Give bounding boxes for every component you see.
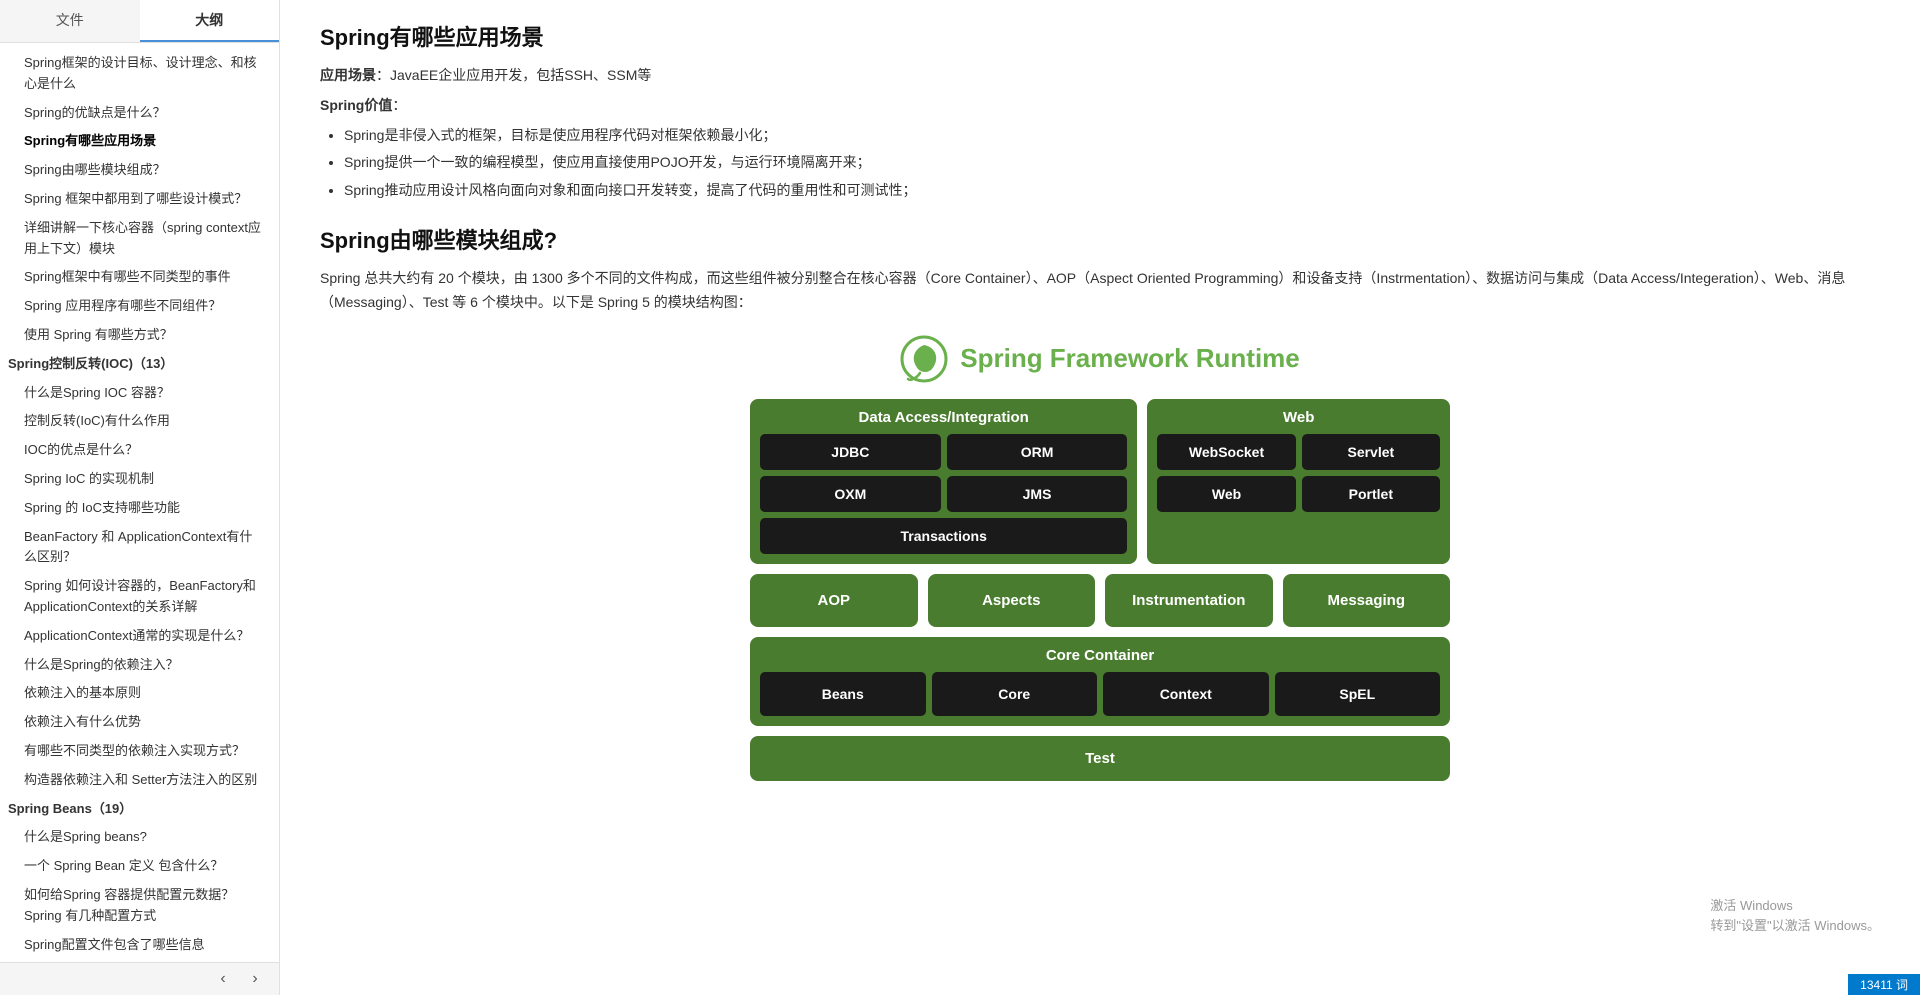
- sidebar-content[interactable]: Spring框架的设计目标、设计理念、和核心是什么Spring的优缺点是什么？S…: [0, 43, 279, 962]
- tab-outline[interactable]: 大纲: [140, 0, 280, 42]
- sidebar-item-22[interactable]: 构造器依赖注入和 Setter方法注入的区别: [0, 766, 279, 795]
- cell-jms: JMS: [947, 476, 1128, 512]
- sidebar-item-4[interactable]: Spring 框架中都用到了哪些设计模式？: [0, 185, 279, 214]
- section2-body: Spring 总共大约有 20 个模块，由 1300 多个不同的文件构成，而这些…: [320, 267, 1880, 315]
- sidebar-item-6[interactable]: Spring框架中有哪些不同类型的事件: [0, 263, 279, 292]
- bullet-0: Spring是非侵入式的框架，目标是使应用程序代码对框架依赖最小化；: [344, 124, 1880, 148]
- spring-diagram: Spring Framework Runtime Data Access/Int…: [750, 335, 1450, 781]
- diagram-top-row: Data Access/Integration JDBC ORM OXM JMS…: [750, 399, 1450, 564]
- sidebar-item-11[interactable]: 控制反转(IoC)有什么作用: [0, 407, 279, 436]
- diagram-middle-row: AOP Aspects Instrumentation Messaging: [750, 574, 1450, 627]
- diagram-title: Spring Framework Runtime: [960, 343, 1300, 374]
- sidebar-section-9[interactable]: Spring控制反转(IOC)（13）: [0, 350, 279, 379]
- cell-transactions: Transactions: [760, 518, 1127, 554]
- cell-aop: AOP: [750, 574, 918, 627]
- sidebar-item-26[interactable]: 如何给Spring 容器提供配置元数据？Spring 有几种配置方式: [0, 881, 279, 931]
- cell-web: Web: [1157, 476, 1295, 512]
- section2-title: Spring由哪些模块组成?: [320, 223, 1880, 255]
- sidebar-item-21[interactable]: 有哪些不同类型的依赖注入实现方式？: [0, 737, 279, 766]
- sidebar-item-28[interactable]: Spring基于xml注入bean的几种方式: [0, 959, 279, 962]
- cell-aspects: Aspects: [928, 574, 1096, 627]
- sidebar-item-24[interactable]: 什么是Spring beans?: [0, 823, 279, 852]
- core-container-box: Core Container Beans Core Context SpEL: [750, 637, 1450, 726]
- sidebar-item-27[interactable]: Spring配置文件包含了哪些信息: [0, 931, 279, 960]
- windows-activation: 激活 Windows 转到"设置"以激活 Windows。: [1710, 896, 1880, 935]
- sidebar-item-8[interactable]: 使用 Spring 有哪些方式？: [0, 321, 279, 350]
- spring-value-colon: ：: [392, 97, 406, 113]
- section1-appscene: 应用场景：JavaEE企业应用开发，包括SSH、SSM等: [320, 64, 1880, 88]
- cell-portlet: Portlet: [1302, 476, 1440, 512]
- diagram-header: Spring Framework Runtime: [750, 335, 1450, 383]
- sidebar-item-20[interactable]: 依赖注入有什么优势: [0, 708, 279, 737]
- sidebar-tabs: 文件 大纲: [0, 0, 279, 43]
- sidebar-item-7[interactable]: Spring 应用程序有哪些不同组件？: [0, 292, 279, 321]
- test-box: Test: [750, 736, 1450, 781]
- cell-oxm: OXM: [760, 476, 941, 512]
- cell-websocket: WebSocket: [1157, 434, 1295, 470]
- sidebar-item-19[interactable]: 依赖注入的基本原则: [0, 679, 279, 708]
- bullet-1: Spring提供一个一致的编程模型，使应用直接使用POJO开发，与运行环境隔离开…: [344, 151, 1880, 175]
- status-bar: 13411 词: [1848, 974, 1920, 995]
- spring-logo-icon: [900, 335, 948, 383]
- appscene-label: 应用场景: [320, 67, 376, 83]
- spring-bullets: Spring是非侵入式的框架，目标是使应用程序代码对框架依赖最小化； Spring…: [344, 124, 1880, 203]
- spring-value-label: Spring价值: [320, 97, 392, 113]
- sidebar-item-5[interactable]: 详细讲解一下核心容器（spring context应用上下文）模块: [0, 214, 279, 264]
- cell-orm: ORM: [947, 434, 1128, 470]
- main-content: Spring有哪些应用场景 应用场景：JavaEE企业应用开发，包括SSH、SS…: [280, 0, 1920, 995]
- tab-file[interactable]: 文件: [0, 0, 140, 42]
- sidebar-item-0[interactable]: Spring框架的设计目标、设计理念、和核心是什么: [0, 49, 279, 99]
- sidebar-item-2[interactable]: Spring有哪些应用场景: [0, 127, 279, 156]
- cell-core: Core: [932, 672, 1098, 716]
- sidebar: 文件 大纲 Spring框架的设计目标、设计理念、和核心是什么Spring的优缺…: [0, 0, 280, 995]
- cell-context: Context: [1103, 672, 1269, 716]
- sidebar-section-23[interactable]: Spring Beans（19）: [0, 795, 279, 824]
- cell-jdbc: JDBC: [760, 434, 941, 470]
- appscene-value: ：JavaEE企业应用开发，包括SSH、SSM等: [376, 67, 651, 83]
- sidebar-item-15[interactable]: BeanFactory 和 ApplicationContext有什么区别？: [0, 523, 279, 573]
- web-title: Web: [1157, 409, 1440, 426]
- cell-beans: Beans: [760, 672, 926, 716]
- section1-title: Spring有哪些应用场景: [320, 20, 1880, 52]
- data-access-box: Data Access/Integration JDBC ORM OXM JMS…: [750, 399, 1137, 564]
- sidebar-item-3[interactable]: Spring由哪些模块组成？: [0, 156, 279, 185]
- win-activate-line2: 转到"设置"以激活 Windows。: [1710, 916, 1880, 936]
- bullet-2: Spring推动应用设计风格向面向对象和面向接口开发转变，提高了代码的重用性和可…: [344, 179, 1880, 203]
- word-count: 13411 词: [1860, 978, 1908, 992]
- nav-back-button[interactable]: ‹: [211, 967, 235, 991]
- core-container-grid: Beans Core Context SpEL: [760, 672, 1440, 716]
- web-box: Web WebSocket Servlet Web Portlet: [1147, 399, 1450, 564]
- win-activate-line1: 激活 Windows: [1710, 896, 1880, 916]
- sidebar-item-17[interactable]: ApplicationContext通常的实现是什么？: [0, 622, 279, 651]
- data-access-title: Data Access/Integration: [760, 409, 1127, 426]
- sidebar-item-25[interactable]: 一个 Spring Bean 定义 包含什么？: [0, 852, 279, 881]
- cell-servlet: Servlet: [1302, 434, 1440, 470]
- sidebar-item-12[interactable]: IOC的优点是什么？: [0, 436, 279, 465]
- data-access-grid: JDBC ORM OXM JMS Transactions: [760, 434, 1127, 554]
- cell-spel: SpEL: [1275, 672, 1441, 716]
- web-grid: WebSocket Servlet Web Portlet: [1157, 434, 1440, 512]
- cell-instrumentation: Instrumentation: [1105, 574, 1273, 627]
- sidebar-item-14[interactable]: Spring 的 IoC支持哪些功能: [0, 494, 279, 523]
- sidebar-item-10[interactable]: 什么是Spring IOC 容器？: [0, 379, 279, 408]
- sidebar-item-18[interactable]: 什么是Spring的依赖注入？: [0, 651, 279, 680]
- sidebar-item-13[interactable]: Spring IoC 的实现机制: [0, 465, 279, 494]
- nav-forward-button[interactable]: ›: [243, 967, 267, 991]
- cell-messaging: Messaging: [1283, 574, 1451, 627]
- core-container-title: Core Container: [760, 647, 1440, 664]
- sidebar-item-16[interactable]: Spring 如何设计容器的，BeanFactory和ApplicationCo…: [0, 572, 279, 622]
- sidebar-item-1[interactable]: Spring的优缺点是什么？: [0, 99, 279, 128]
